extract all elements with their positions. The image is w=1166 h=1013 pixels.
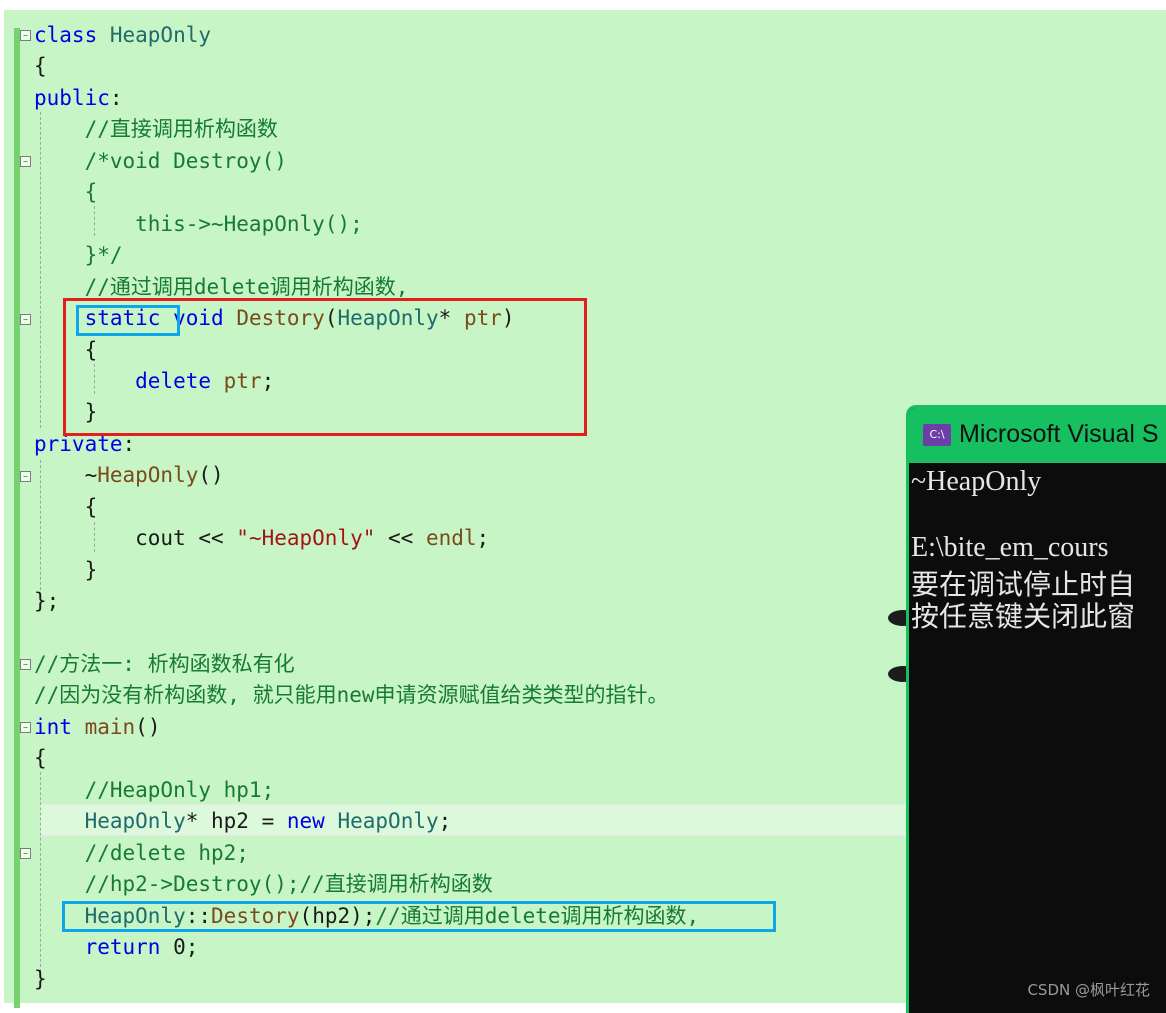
code-line[interactable]: //delete hp2; [34,837,249,869]
code-token: endl [425,526,477,551]
code-token: HeapOnly [97,463,199,488]
code-token: public [34,85,110,110]
change-tracking-bar [14,28,20,1008]
code-token: /*void Destroy() [34,148,287,173]
code-line[interactable]: ~HeapOnly() [34,459,224,491]
code-token: }; [34,589,60,614]
code-token: } [34,557,98,582]
code-token: * hp2 = [185,809,287,834]
fold-toggle-icon[interactable]: − [20,30,31,41]
console-title: Microsoft Visual S [959,420,1159,448]
code-token: //通过调用delete调用析构函数, [34,274,409,299]
code-token: class [34,23,110,47]
code-line[interactable]: { [34,176,98,208]
code-line[interactable]: { [34,50,47,82]
code-line[interactable]: public: [34,82,123,114]
code-line[interactable]: //方法一: 析构函数私有化 [34,648,295,680]
watermark: CSDN @枫叶红花 [1027,981,1150,999]
highlight-blue-box-static [76,305,180,336]
fold-toggle-icon[interactable]: − [20,722,31,733]
code-token: ; [438,809,452,834]
console-output-line: ~HeapOnly [911,466,1042,497]
code-token: HeapOnly [337,809,439,834]
code-line[interactable]: } [34,963,47,995]
fold-toggle-icon[interactable]: − [20,659,31,670]
code-token: //直接调用析构函数 [34,117,278,142]
console-title-bar[interactable]: C:\ Microsoft Visual S [909,408,1166,463]
code-token: () [198,463,224,488]
code-line[interactable]: { [34,491,98,523]
code-line[interactable]: /*void Destroy() [34,145,287,177]
code-token: HeapOnly [84,809,186,834]
code-token: { [34,494,98,519]
code-token: () [135,714,161,739]
code-token: //hp2->Destroy();//直接调用析构函数 [34,872,493,897]
code-token: main [84,714,136,739]
fold-toggle-icon[interactable]: − [20,848,31,859]
code-line[interactable]: //hp2->Destroy();//直接调用析构函数 [34,868,493,900]
highlight-blue-box-call [62,901,776,932]
fold-toggle-icon[interactable]: − [20,156,31,167]
code-line[interactable]: //因为没有析构函数, 就只能用new申请资源赋值给类类型的指针。 [34,679,669,711]
code-token: { [34,746,47,771]
code-token: //因为没有析构函数, 就只能用new申请资源赋值给类类型的指针。 [34,683,669,708]
code-token: this->~HeapOnly(); [34,211,363,236]
code-token: //方法一: 析构函数私有化 [34,652,295,676]
code-line[interactable]: return 0; [34,931,199,963]
code-token: //HeapOnly hp1; [34,777,275,802]
code-line[interactable]: int main() [34,711,160,743]
fold-toggle-icon[interactable]: − [20,471,31,482]
fold-toggle-icon[interactable]: − [20,314,31,325]
code-token: 0; [160,935,199,960]
code-line[interactable]: } [34,554,98,586]
code-line[interactable]: //直接调用析构函数 [34,113,278,145]
code-token: return [84,935,161,960]
code-token: } [34,966,47,991]
code-token: int [34,714,72,739]
code-token: { [34,180,98,205]
code-line[interactable]: { [34,742,47,774]
console-output-line: E:\bite_em_cours [911,532,1109,563]
code-line[interactable]: HeapOnly* hp2 = new HeapOnly; [34,805,452,837]
code-token: "~HeapOnly" [236,526,376,551]
code-token: cout << [34,526,237,551]
code-token: }*/ [34,243,123,268]
code-token: << [375,526,426,551]
code-token: ; [476,526,490,551]
code-line[interactable]: }; [34,585,59,617]
code-token: new [286,809,325,834]
code-token: : [109,85,123,110]
console-app-icon: C:\ [923,424,951,446]
code-line[interactable]: //HeapOnly hp1; [34,774,275,806]
code-line[interactable]: this->~HeapOnly(); [34,208,363,240]
console-output-line: 按任意键关闭此窗 [911,602,1136,633]
code-token: ~ [34,463,98,488]
code-token: //delete hp2; [34,840,249,865]
code-line[interactable]: }*/ [34,239,123,271]
code-token: HeapOnly [109,23,212,47]
code-line[interactable]: class HeapOnly [34,19,211,51]
code-token: { [34,54,47,79]
debug-console-window[interactable]: C:\ Microsoft Visual S ~HeapOnly E:\bite… [906,405,1166,1013]
code-line[interactable]: cout << "~HeapOnly" << endl; [34,522,489,554]
